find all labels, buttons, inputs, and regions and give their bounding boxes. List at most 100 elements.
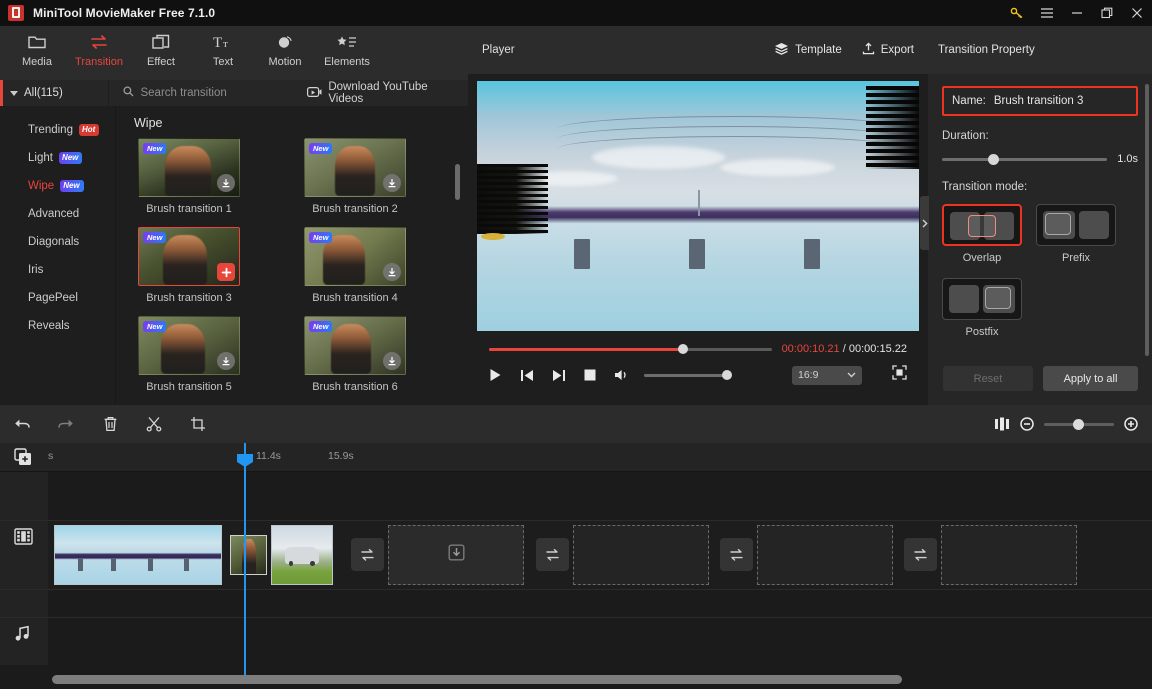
category-pagepeel[interactable]: PagePeel [0, 284, 115, 312]
category-reveals[interactable]: Reveals [0, 312, 115, 340]
tab-elements-label: Elements [324, 56, 370, 68]
tab-media[interactable]: Media [6, 26, 68, 80]
mode-overlap[interactable]: Overlap [942, 204, 1022, 264]
overlap-icon[interactable] [942, 204, 1022, 246]
tab-elements[interactable]: Elements [316, 26, 378, 80]
transition-name-field[interactable]: Name: Brush transition 3 [942, 86, 1138, 116]
reset-button[interactable]: Reset [943, 366, 1033, 391]
fit-timeline-icon[interactable] [994, 417, 1010, 431]
search-transition-input[interactable]: Search transition [109, 84, 307, 102]
category-light[interactable]: Light New [0, 144, 115, 172]
timeline-ruler[interactable]: s 11.4s 15.9s [0, 443, 1152, 472]
transition-slot-2[interactable] [536, 538, 569, 571]
grid-scrollbar[interactable] [455, 164, 460, 200]
player-header: Player Template Export [468, 26, 928, 74]
restore-icon[interactable] [1092, 0, 1122, 26]
delete-button[interactable] [88, 405, 132, 443]
timeline-horizontal-scrollbar[interactable] [52, 675, 902, 684]
transition-thumbnail[interactable]: New [304, 138, 406, 197]
category-wipe[interactable]: Wipe New [0, 172, 115, 200]
mode-postfix[interactable]: Postfix [942, 278, 1022, 338]
mode-prefix[interactable]: Prefix [1036, 204, 1116, 264]
timeline-transition-applied[interactable] [230, 535, 267, 575]
transition-thumbnail[interactable]: New [138, 138, 240, 197]
tab-text[interactable]: Tт Text [192, 26, 254, 80]
media-drop-slot-3[interactable] [757, 525, 893, 585]
transition-card[interactable]: New Brush transition 1 [138, 138, 240, 215]
export-button[interactable]: Export [862, 42, 914, 58]
transition-slot-3[interactable] [720, 538, 753, 571]
download-icon[interactable] [217, 352, 235, 370]
template-button[interactable]: Template [774, 42, 842, 58]
seek-slider[interactable] [489, 344, 772, 354]
property-scrollbar[interactable] [1145, 84, 1149, 356]
transition-card[interactable]: New Brush transition 5 [138, 316, 240, 393]
zoom-out-icon[interactable] [1020, 417, 1034, 431]
volume-button[interactable] [614, 368, 630, 382]
key-icon[interactable] [1002, 0, 1032, 26]
ruler-label-2: 15.9s [328, 450, 354, 462]
prefix-icon[interactable] [1036, 204, 1116, 246]
undo-button[interactable] [0, 405, 44, 443]
add-media-icon[interactable] [14, 448, 32, 471]
video-track[interactable] [48, 521, 1152, 589]
transition-thumbnail[interactable]: New [138, 316, 240, 375]
collapse-panel-button[interactable] [920, 196, 929, 250]
seek-handle[interactable] [677, 344, 688, 354]
duration-slider[interactable] [942, 153, 1108, 165]
transition-card[interactable]: New Brush transition 4 [304, 227, 406, 304]
transition-card-selected[interactable]: New Brush transition 3 [138, 227, 240, 304]
timeline-zoom-slider[interactable] [1044, 418, 1114, 430]
video-preview[interactable] [477, 81, 919, 331]
tab-effect[interactable]: Effect [130, 26, 192, 80]
transition-slot-4[interactable] [904, 538, 937, 571]
transition-thumbnail[interactable]: New [138, 227, 240, 286]
category-advanced[interactable]: Advanced [0, 200, 115, 228]
timeline-zoom-handle[interactable] [1073, 418, 1085, 430]
download-icon[interactable] [383, 174, 401, 192]
category-all-dropdown[interactable]: All(115) [0, 80, 110, 106]
volume-handle[interactable] [722, 370, 732, 380]
media-drop-slot-1[interactable] [388, 525, 524, 585]
category-trending[interactable]: Trending Hot [0, 116, 115, 144]
media-drop-slot-4[interactable] [941, 525, 1077, 585]
apply-to-all-button[interactable]: Apply to all [1043, 366, 1138, 391]
download-icon[interactable] [383, 352, 401, 370]
fullscreen-button[interactable] [892, 365, 907, 385]
redo-button[interactable] [44, 405, 88, 443]
postfix-icon[interactable] [942, 278, 1022, 320]
minimize-icon[interactable] [1062, 0, 1092, 26]
transition-slot-1[interactable] [351, 538, 384, 571]
aspect-ratio-select[interactable]: 16:9 [792, 365, 862, 385]
play-button[interactable] [489, 368, 502, 382]
chevron-down-icon [847, 369, 856, 381]
player-title: Player [482, 44, 515, 56]
video-clip-1[interactable] [54, 525, 222, 585]
transition-thumbnail[interactable]: New [304, 227, 406, 286]
download-icon[interactable] [217, 174, 235, 192]
download-icon[interactable] [383, 263, 401, 281]
download-youtube-button[interactable]: Download YouTube Videos [307, 81, 468, 105]
volume-slider[interactable] [644, 370, 732, 380]
media-drop-slot-2[interactable] [573, 525, 709, 585]
category-diagonals[interactable]: Diagonals [0, 228, 115, 256]
playhead[interactable] [237, 443, 253, 682]
crop-button[interactable] [176, 405, 220, 443]
next-frame-button[interactable] [552, 369, 566, 382]
stop-button[interactable] [584, 369, 596, 381]
split-button[interactable] [132, 405, 176, 443]
youtube-download-icon [307, 86, 322, 101]
tab-transition[interactable]: Transition [68, 26, 130, 80]
tab-motion[interactable]: Motion [254, 26, 316, 80]
transition-card[interactable]: New Brush transition 2 [304, 138, 406, 215]
duration-handle[interactable] [988, 153, 1000, 165]
zoom-in-icon[interactable] [1124, 417, 1138, 431]
transition-card[interactable]: New Brush transition 6 [304, 316, 406, 393]
add-icon[interactable] [217, 263, 235, 281]
video-clip-2[interactable] [271, 525, 333, 585]
transition-thumbnail[interactable]: New [304, 316, 406, 375]
close-icon[interactable] [1122, 0, 1152, 26]
previous-frame-button[interactable] [520, 369, 534, 382]
menu-icon[interactable] [1032, 0, 1062, 26]
category-iris[interactable]: Iris [0, 256, 115, 284]
